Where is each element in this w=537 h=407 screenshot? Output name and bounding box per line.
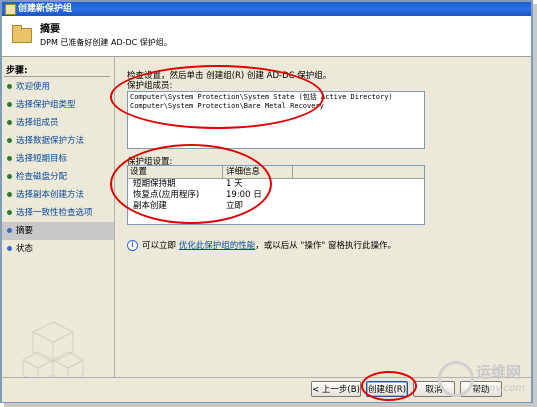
- step-status-icon: [7, 210, 12, 215]
- folder-icon: [12, 25, 32, 43]
- step-disk-allocation[interactable]: 检查磁盘分配: [2, 168, 114, 186]
- info-message: i 可以立即 优化此保护组的性能，或以后从 "操作" 窗格执行此操作。: [127, 239, 396, 251]
- step-status-icon: [7, 156, 12, 161]
- step-status-icon: [7, 174, 12, 179]
- page-title: 摘要: [40, 24, 60, 35]
- page-header: 摘要 DPM 已准备好创建 AD-DC 保护组。: [2, 16, 531, 57]
- annotation-ellipse-members: [110, 65, 324, 129]
- window-shadow: [533, 4, 537, 407]
- step-label: 选择一致性检查选项: [16, 208, 93, 218]
- annotation-ellipse-create: [361, 371, 417, 401]
- step-members[interactable]: 选择组成员: [2, 114, 114, 132]
- step-status[interactable]: 状态: [2, 240, 114, 258]
- step-status-icon: [7, 120, 12, 125]
- app-icon: [5, 4, 16, 15]
- step-label: 状态: [16, 244, 34, 254]
- info-suffix: ，或以后从 "操作" 窗格执行此操作。: [255, 241, 396, 251]
- wizard-window: 创建新保护组 摘要 DPM 已准备好创建 AD-DC 保护组。 步骤: 欢迎使用…: [0, 0, 533, 403]
- step-replica-method[interactable]: 选择副本创建方法: [2, 186, 114, 204]
- step-short-term-goals[interactable]: 选择短期目标: [2, 150, 114, 168]
- step-label: 选择短期目标: [16, 154, 68, 164]
- step-welcome[interactable]: 欢迎使用: [2, 78, 114, 96]
- step-label: 欢迎使用: [16, 82, 51, 92]
- info-icon: i: [127, 240, 138, 251]
- step-status-icon: [7, 84, 12, 89]
- step-group-type[interactable]: 选择保护组类型: [2, 96, 114, 114]
- step-label: 选择保护组类型: [16, 100, 76, 110]
- info-prefix: 可以立即: [142, 241, 177, 251]
- step-label: 选择组成员: [16, 118, 59, 128]
- step-status-icon: [7, 228, 12, 233]
- optimize-performance-link[interactable]: 优化此保护组的性能: [179, 241, 256, 251]
- step-status-icon: [7, 138, 12, 143]
- annotation-ellipse-settings: [110, 144, 272, 224]
- page-description: DPM 已准备好创建 AD-DC 保护组。: [40, 38, 172, 47]
- step-label: 检查磁盘分配: [16, 172, 68, 182]
- step-status-icon: [7, 102, 12, 107]
- step-protection-method[interactable]: 选择数据保护方法: [2, 132, 114, 150]
- steps-sidebar: 步骤: 欢迎使用 选择保护组类型 选择组成员 选择数据保护方法 选择短期目标 检…: [2, 57, 115, 401]
- divider: [4, 76, 110, 77]
- watermark-brand: 运维网: [476, 363, 522, 381]
- watermark-url: iyunv.com: [474, 383, 526, 394]
- step-label: 选择副本创建方法: [16, 190, 85, 200]
- step-status-icon: [7, 192, 12, 197]
- step-label: 选择数据保护方法: [16, 136, 85, 146]
- site-watermark: 运维网 iyunv.com: [438, 355, 534, 405]
- column-divider: [292, 166, 293, 178]
- window-title: 创建新保护组: [18, 4, 73, 14]
- back-button[interactable]: < 上一步(B): [311, 381, 361, 397]
- step-status-icon: [7, 246, 12, 251]
- logo-icon: [438, 361, 474, 397]
- title-bar[interactable]: 创建新保护组: [2, 2, 531, 16]
- step-label: 摘要: [16, 226, 34, 236]
- steps-title: 步骤:: [6, 66, 28, 76]
- step-consistency-check[interactable]: 选择一致性检查选项: [2, 204, 114, 222]
- step-summary[interactable]: 摘要: [2, 222, 114, 240]
